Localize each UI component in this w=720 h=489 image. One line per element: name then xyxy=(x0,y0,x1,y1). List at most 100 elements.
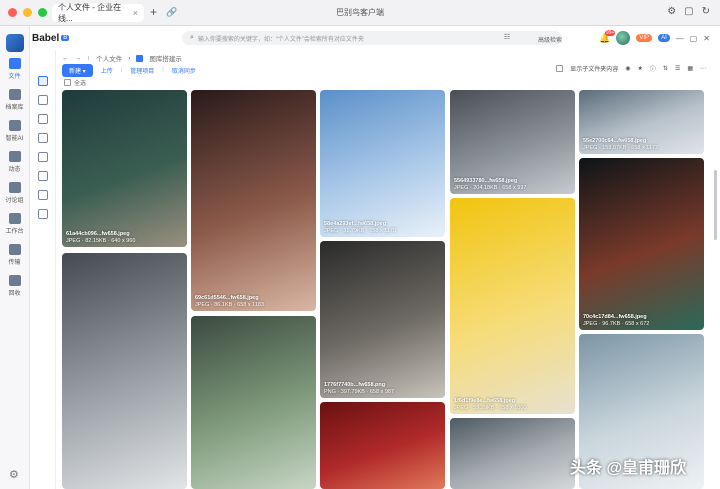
app-header: Babel B ⌕ 输入你要搜索的关键字，如：“个人文件”会检索所有对应文件夹 … xyxy=(30,26,720,50)
sidebar-item[interactable]: 文件 xyxy=(0,58,29,80)
file-toolbar: 新建 ▾ 上传 | 管理项目 | 取消同步 xyxy=(62,63,196,77)
eye-icon[interactable]: ◉ xyxy=(625,65,630,72)
close-icon[interactable]: ✕ xyxy=(703,34,710,43)
close-window-button[interactable] xyxy=(8,8,17,17)
secondary-nav xyxy=(30,26,56,489)
file-meta: JPEG · 204.18KB · 658 x 997 xyxy=(454,184,527,191)
recycle-icon xyxy=(8,275,21,286)
cancel-sync-button[interactable]: 取消同步 xyxy=(172,66,196,75)
file-name: 61a44cb096...fw658.jpeg xyxy=(66,231,130,237)
sidebar-item[interactable]: 动态 xyxy=(0,151,29,173)
image-card[interactable]: 55e2700c64...fw658.jpeg JPEG · 158.07KB ·… xyxy=(579,90,704,154)
search-icon: ⌕ xyxy=(190,34,194,41)
new-tab-button[interactable]: + xyxy=(150,5,157,19)
image-card[interactable] xyxy=(62,253,187,489)
folder-icon xyxy=(136,54,144,62)
sidebar-item-label: 回收 xyxy=(8,291,21,297)
folder-icon xyxy=(8,58,21,69)
list-view-icon[interactable]: ☰ xyxy=(675,65,680,72)
avatar[interactable] xyxy=(616,31,631,45)
tab-personal-files[interactable]: 个人文件 - 企业在线... × xyxy=(52,3,144,23)
more-icon[interactable]: ⋯ xyxy=(700,65,706,72)
breadcrumb-root[interactable]: 个人文件 xyxy=(96,53,122,63)
breadcrumb: ← → ↑ 个人文件 › 图库搭建示 xyxy=(62,52,182,64)
image-card[interactable]: 5564933780...fw658.jpeg JPEG · 204.18KB ·… xyxy=(450,90,575,194)
vip-badge[interactable]: VIP xyxy=(636,34,653,42)
star-icon[interactable]: ★ xyxy=(638,65,643,72)
image-caption: 1f6d1f9e8e...fw658.jpeg JPEG · 59.29KB · … xyxy=(454,398,526,411)
watermark: 头条 @皇甫珊欣 xyxy=(570,460,687,477)
image-card[interactable] xyxy=(450,418,575,489)
select-all-checkbox[interactable] xyxy=(64,79,71,86)
image-caption: 61a44cb096...fw658.jpeg JPEG · 82.15KB · … xyxy=(66,231,135,244)
up-arrow-icon[interactable]: ↑ xyxy=(87,55,90,62)
filter-icon[interactable]: ☷ xyxy=(504,33,510,41)
sidebar-item[interactable]: 档案库 xyxy=(0,89,29,111)
sidebar-item-label: 讨论组 xyxy=(5,198,24,204)
back-arrow-icon[interactable]: ← xyxy=(62,55,69,62)
tab-close-icon[interactable]: × xyxy=(133,8,138,18)
mail-nav-icon[interactable] xyxy=(37,209,48,219)
sidebar-item[interactable]: 讨论组 xyxy=(0,182,29,204)
sidebar-item-label: 动态 xyxy=(8,167,21,173)
minimize-window-button[interactable] xyxy=(23,8,32,17)
image-card[interactable] xyxy=(191,316,316,489)
image-card[interactable]: 58e4a293ef...fw658.jpeg JPEG · 31.79KB · … xyxy=(320,90,445,237)
grid-icon xyxy=(8,213,21,224)
file-name: 69c61d5546...fw658.jpeg xyxy=(195,295,259,301)
image-gallery: 61a44cb096...fw658.jpeg JPEG · 82.15KB · … xyxy=(60,87,710,489)
title-bar: ‹ › 个人文件 - 企业在线... × + 🔗 巴别鸟客户端 ⚙ ▢ ↻ xyxy=(0,0,720,26)
sidebar-item[interactable]: 智能AI xyxy=(0,120,29,142)
thumbnail-image xyxy=(320,241,445,398)
image-card[interactable]: 61a44cb096...fw658.jpeg JPEG · 82.15KB · … xyxy=(62,90,187,247)
files-nav-icon[interactable] xyxy=(37,76,48,86)
header-actions: 🔔 99+ VIP AI — ▢ ✕ xyxy=(599,29,710,45)
share-nav-icon[interactable] xyxy=(37,114,48,124)
new-button[interactable]: 新建 ▾ xyxy=(62,63,93,77)
search-placeholder: 输入你要搜索的关键字，如：“个人文件”会检索所有对应文件夹 xyxy=(197,36,364,43)
thumbnail-image xyxy=(62,253,187,489)
image-card[interactable]: 1f6d1f9e8e...fw658.jpeg JPEG · 59.29KB · … xyxy=(450,198,575,414)
forward-arrow-icon[interactable]: → xyxy=(75,55,82,62)
app-logo-icon xyxy=(5,34,24,52)
show-subfolder-checkbox[interactable] xyxy=(556,65,564,72)
gear-icon[interactable]: ⚙ xyxy=(9,468,19,481)
star-nav-icon[interactable] xyxy=(37,152,48,162)
maximize-icon[interactable]: ▢ xyxy=(690,34,698,43)
zoom-window-button[interactable] xyxy=(38,8,47,17)
ai-badge[interactable]: AI xyxy=(658,34,670,42)
grid-view-icon[interactable]: ▦ xyxy=(687,65,693,72)
upload-nav-icon[interactable] xyxy=(37,95,48,105)
link-icon[interactable]: 🔗 xyxy=(166,7,177,18)
sidebar-item[interactable]: 传输 xyxy=(0,244,29,266)
sidebar-item[interactable]: 回收 xyxy=(0,275,29,297)
breadcrumb-current: 图库搭建示 xyxy=(149,56,182,63)
clock-nav-icon[interactable] xyxy=(37,171,48,181)
advanced-search-link[interactable]: 高级检索 xyxy=(538,35,562,44)
window-controls xyxy=(8,8,47,17)
bell-icon[interactable]: 🔔 99+ xyxy=(599,29,616,44)
image-card[interactable]: 1776f7740b...fw658.png PNG · 397.79KB · 6… xyxy=(320,241,445,398)
image-caption: 1776f7740b...fw658.png PNG · 397.79KB · 6… xyxy=(324,382,394,395)
manage-project-button[interactable]: 管理项目 xyxy=(130,66,154,75)
minimize-icon[interactable]: — xyxy=(676,34,684,43)
layout-icon[interactable]: ▢ xyxy=(684,6,693,17)
sort-icon[interactable]: ⇅ xyxy=(663,65,668,72)
info-icon[interactable]: ⓘ xyxy=(650,64,656,73)
main-sidebar: 文件档案库智能AI 动态讨论组工作台传输回收 ⚙ xyxy=(0,26,30,489)
image-card[interactable]: 70c4c17d84...fw658.jpeg JPEG · 96.7KB · 6… xyxy=(579,158,704,330)
select-all[interactable]: 全选 xyxy=(64,78,86,87)
image-card[interactable] xyxy=(320,402,445,489)
sidebar-item[interactable]: 工作台 xyxy=(0,213,29,235)
notification-badge: 99+ xyxy=(604,29,616,36)
image-card[interactable]: 69c61d5546...fw658.jpeg JPEG · 86.1KB · 6… xyxy=(191,90,316,311)
chevron-right-icon: › xyxy=(128,54,131,62)
file-meta: JPEG · 86.1KB · 658 x 1183 xyxy=(195,301,264,308)
settings-icon[interactable]: ⚙ xyxy=(667,6,676,17)
scrollbar[interactable] xyxy=(714,170,717,240)
refresh-icon[interactable]: ↻ xyxy=(702,6,710,17)
tag-nav-icon[interactable] xyxy=(37,190,48,200)
trash-nav-icon[interactable] xyxy=(37,133,48,143)
upload-button[interactable]: 上传 xyxy=(101,66,113,75)
file-meta: JPEG · 31.79KB · 658 x 1170 xyxy=(324,227,397,234)
